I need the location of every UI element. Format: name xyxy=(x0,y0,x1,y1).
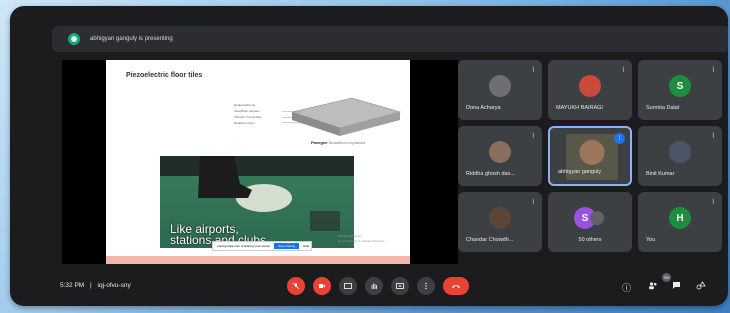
avatar xyxy=(669,141,691,163)
shared-slide: Piezoelectric floor tiles Replaceable ti… xyxy=(106,60,410,264)
avatar-stack xyxy=(589,211,604,225)
slide-photo: Like airports, stations and clubs xyxy=(160,156,354,248)
control-bar: 5:32 PM | iqj-ofvu-sny ⓘ 59 xyxy=(10,266,728,306)
clock-time: 5:32 PM xyxy=(60,282,85,289)
avatar: H xyxy=(669,207,691,229)
leave-call-button[interactable] xyxy=(443,277,469,295)
slide-title: Piezoelectric floor tiles xyxy=(126,72,203,79)
mic-muted-icon: ⌇ xyxy=(531,199,535,206)
meeting-code: iqj-ofvu-sny xyxy=(97,282,131,289)
caption-bold: Pavegen xyxy=(311,140,328,145)
mic-muted-icon: ⌇ xyxy=(711,199,715,206)
camera-toggle-button[interactable] xyxy=(313,277,331,295)
people-icon[interactable] xyxy=(648,281,658,292)
mic-muted-icon: ⌇ xyxy=(711,67,715,74)
more-options-button[interactable] xyxy=(417,277,435,295)
participant-count-badge: 59 xyxy=(662,273,671,282)
tile-labels: Replaceable tile Steel/Plain fairation V… xyxy=(234,102,262,126)
participant-name: Chandar Chowdh... xyxy=(466,237,514,243)
hang-up-icon xyxy=(452,285,460,288)
avatar xyxy=(489,75,511,97)
hand-icon xyxy=(371,283,377,289)
presenting-banner: abhigyan ganguly is presenting xyxy=(52,26,728,52)
stop-sharing-button[interactable]: Stop sharing xyxy=(274,243,300,249)
participant-name: You xyxy=(646,237,656,243)
participant-tile[interactable]: ⌇ S Surmita Dalal xyxy=(638,60,722,120)
participant-name: Dona Acharya xyxy=(466,105,501,111)
activate-windows-note: Activate Windows Go to Settings to activ… xyxy=(338,234,385,244)
mic-muted-icon: ⌇ xyxy=(711,133,715,140)
avatar xyxy=(489,141,511,163)
participant-name: Riddha ghosh das... xyxy=(466,171,515,177)
participant-name: abhigyan ganguly xyxy=(558,169,602,175)
participant-tile[interactable]: ⌇ Riddha ghosh das... xyxy=(458,126,542,186)
avatar: S xyxy=(669,75,691,97)
raise-hand-button[interactable] xyxy=(365,277,383,295)
chat-icon[interactable] xyxy=(672,281,681,292)
avatar xyxy=(489,207,511,229)
slide-footer xyxy=(106,256,410,264)
others-tile[interactable]: S 50 others xyxy=(548,192,632,252)
participant-tile[interactable]: ⌇ Binit Kumar xyxy=(638,126,722,186)
mic-muted-icon: ⌇ xyxy=(531,67,535,74)
mic-muted-icon: ⌇ xyxy=(531,133,535,140)
info-icon[interactable]: ⓘ xyxy=(622,281,631,294)
present-screen-icon xyxy=(396,283,404,289)
note-line: Go to Settings to activate Windows xyxy=(338,239,385,243)
participant-tile[interactable]: ⌇ MAYUKH BAIRAGI xyxy=(548,60,632,120)
caption-rest: Smartfloor explained xyxy=(328,140,366,145)
participant-tile-speaking[interactable]: ⁞ abhigyan ganguly xyxy=(548,126,632,186)
floor-tile-diagram xyxy=(282,97,402,136)
mic-muted-icon: ⌇ xyxy=(621,67,625,74)
meeting-info: 5:32 PM | iqj-ofvu-sny xyxy=(60,282,131,289)
participant-name: MAYUKH BAIRAGI xyxy=(556,105,603,111)
participant-tile[interactable]: ⌇ Dona Acharya xyxy=(458,60,542,120)
meet-window: abhigyan ganguly is presenting Piezoelec… xyxy=(10,6,728,306)
captions-button[interactable] xyxy=(339,277,357,295)
separator: | xyxy=(90,282,92,289)
captions-icon xyxy=(344,283,352,289)
camera-off-icon xyxy=(319,284,325,288)
self-tile[interactable]: ⌇ H You xyxy=(638,192,722,252)
hide-button[interactable]: Hide xyxy=(303,244,309,248)
tile-caption: Pavegen Smartfloor explained xyxy=(311,140,365,145)
present-button[interactable] xyxy=(391,277,409,295)
more-vert-icon xyxy=(425,282,427,290)
mic-off-icon xyxy=(292,282,300,290)
mic-toggle-button[interactable] xyxy=(287,277,305,295)
presenting-text: abhigyan ganguly is presenting xyxy=(90,36,173,42)
participant-name: Surmita Dalal xyxy=(646,105,680,111)
participant-tile[interactable]: ⌇ Chandar Chowdh... xyxy=(458,192,542,252)
participant-name: 50 others xyxy=(578,237,602,243)
speaking-icon: ⁞ xyxy=(614,133,625,144)
tile-label: Reduction layer xyxy=(234,121,255,125)
participant-name: Binit Kumar xyxy=(646,171,675,177)
screen-share-bar: meet.google.com is sharing your screen S… xyxy=(212,241,312,251)
chat-glyph xyxy=(673,282,680,289)
avatar xyxy=(579,75,601,97)
present-icon xyxy=(68,33,80,45)
activities-icon[interactable] xyxy=(696,281,706,292)
people-glyph xyxy=(649,282,657,290)
shapes-glyph xyxy=(696,281,706,290)
share-text: meet.google.com is sharing your screen xyxy=(217,244,271,248)
